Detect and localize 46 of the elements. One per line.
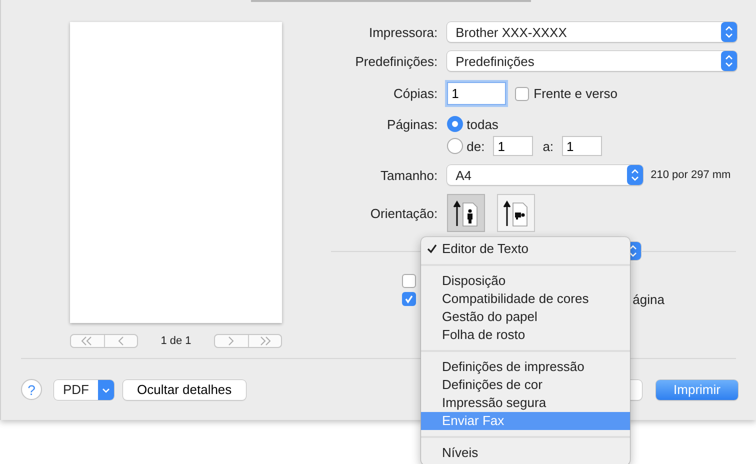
two-sided-label: Frente e verso — [534, 86, 618, 101]
menu-item[interactable]: Folha de rosto — [421, 326, 630, 344]
menu-item[interactable]: Editor de Texto — [421, 240, 630, 258]
updown-arrows-icon — [720, 51, 737, 71]
chevron-right-icon — [227, 336, 236, 346]
from-label: de: — [466, 138, 485, 154]
portrait-page-icon — [452, 199, 479, 227]
copies-label: Cópias: — [392, 86, 438, 101]
menu-item[interactable]: Definições de cor — [421, 376, 630, 394]
menu-item[interactable]: Compatibilidade de cores — [421, 290, 630, 308]
menu-item[interactable]: Gestão do papel — [421, 308, 630, 326]
paper-size-label: Tamanho: — [380, 168, 438, 182]
caret-icon — [98, 380, 114, 400]
pdf-menu-button[interactable]: PDF — [54, 380, 114, 400]
all-pages-label: todas — [466, 116, 498, 132]
orientation-label: Orientação: — [369, 206, 438, 220]
presets-label: Predefinições: — [354, 54, 438, 68]
all-pages-radio[interactable] — [446, 116, 463, 132]
printer-dropdown[interactable]: Brother XXX-XXXX — [446, 22, 737, 42]
option-checkbox[interactable] — [402, 292, 416, 306]
to-page-field[interactable]: 1 — [562, 136, 602, 156]
paper-size-dropdown[interactable]: A4 — [446, 165, 643, 185]
menu-item[interactable]: Disposição — [421, 272, 630, 290]
printer-label: Impressora: — [368, 24, 438, 40]
menu-item[interactable]: Níveis — [421, 444, 630, 462]
to-label: a: — [542, 138, 554, 154]
copies-field[interactable]: 1 — [446, 82, 506, 105]
pages-label: Páginas: — [386, 116, 438, 132]
hide-details-button[interactable]: Ocultar detalhes — [123, 380, 246, 400]
checkmark-icon — [427, 244, 437, 254]
option-checkbox[interactable] — [402, 274, 416, 288]
from-page-field[interactable]: 1 — [492, 136, 533, 156]
presets-dropdown[interactable]: Predefinições — [446, 51, 737, 71]
menu-item[interactable]: Impressão segura — [421, 394, 630, 412]
paper-dimensions: 210 por 297 mm — [650, 169, 731, 181]
landscape-button[interactable] — [496, 194, 535, 232]
menu-item[interactable]: Definições de impressão — [421, 358, 630, 376]
option-label: ágina — [632, 292, 664, 306]
page-range-radio[interactable] — [446, 138, 463, 154]
landscape-page-icon — [502, 199, 529, 227]
page-counter: 1 de 1 — [160, 335, 192, 347]
two-sided-checkbox[interactable] — [514, 86, 529, 100]
updown-arrows-icon — [626, 165, 643, 185]
portrait-button[interactable] — [446, 194, 485, 232]
chevron-left-icon — [116, 336, 125, 346]
updown-arrows-icon — [720, 22, 737, 42]
